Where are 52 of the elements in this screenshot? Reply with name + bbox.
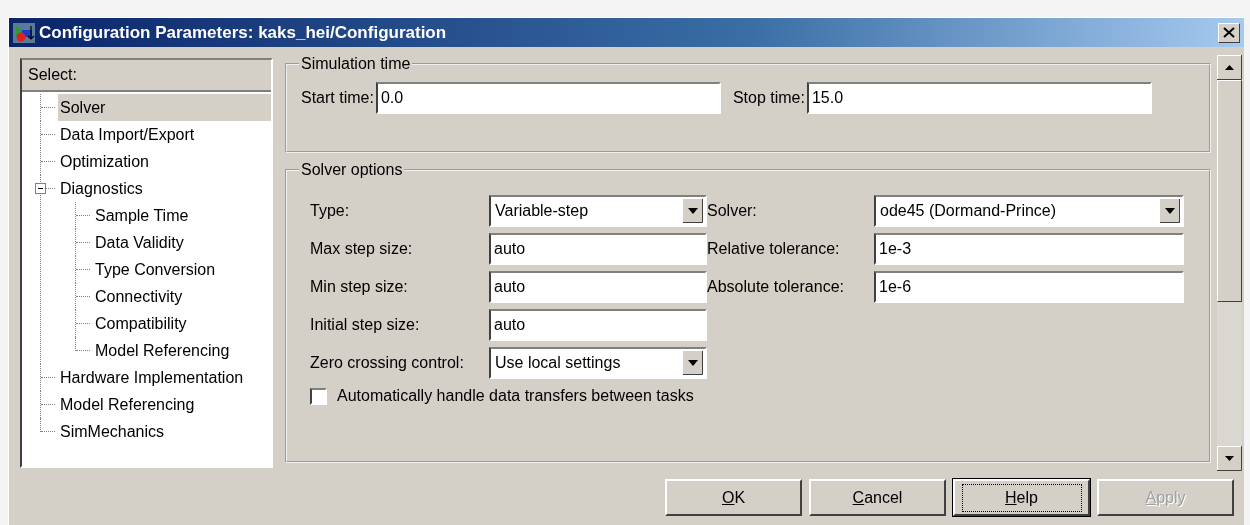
dropdown[interactable]: Variable-step — [489, 195, 707, 227]
tree-item[interactable]: SimMechanics — [58, 418, 271, 445]
checkbox-label: Automatically handle data transfers between tasks — [337, 387, 694, 405]
field-label: Min step size: — [310, 278, 409, 296]
field-label: Solver: — [707, 202, 758, 220]
window-title: Configuration Parameters: kaks_hei/Configuration — [39, 22, 448, 43]
dialog-button[interactable]: OK — [665, 479, 802, 516]
tree-item[interactable]: Hardware Implementation — [58, 364, 271, 391]
tree-item[interactable]: Compatibility — [93, 310, 271, 337]
input-field[interactable]: 15.0 — [806, 82, 1152, 114]
tree-item[interactable]: Type Conversion — [93, 256, 271, 283]
close-button[interactable] — [1218, 22, 1240, 43]
field-label: Initial step size: — [310, 316, 421, 334]
tree-item[interactable]: Optimization — [58, 148, 271, 175]
input-field[interactable]: 1e-3 — [874, 233, 1184, 265]
field-label: Start time: — [301, 89, 374, 107]
field-label: Stop time: — [732, 89, 805, 107]
scroll-down-icon[interactable] — [1217, 446, 1242, 471]
field-label: Absolute tolerance: — [707, 278, 845, 296]
input-field[interactable]: auto — [489, 309, 707, 341]
input-field[interactable]: 1e-6 — [874, 271, 1184, 303]
input-field[interactable]: auto — [489, 271, 707, 303]
app-icon — [13, 22, 35, 43]
tree-item[interactable]: Connectivity — [93, 283, 271, 310]
group-title: Solver options — [300, 161, 404, 179]
tree-item[interactable]: Solver — [58, 94, 271, 121]
close-icon — [1223, 27, 1235, 38]
dropdown-arrow-icon — [1160, 199, 1180, 223]
collapse-icon[interactable] — [35, 183, 46, 194]
field-label: Zero crossing control: — [310, 354, 465, 372]
dropdown[interactable]: ode45 (Dormand-Prince) — [874, 195, 1184, 227]
tree-header: Select: — [22, 60, 271, 92]
dialog-button[interactable]: Help — [953, 479, 1090, 516]
field-label: Type: — [310, 202, 351, 220]
dropdown[interactable]: Use local settings — [489, 347, 707, 379]
tree-item[interactable]: Model Referencing — [58, 391, 271, 418]
field-label: Max step size: — [310, 240, 414, 258]
dropdown-arrow-icon — [683, 199, 703, 223]
tree-item[interactable]: Data Validity — [93, 229, 271, 256]
tree-item[interactable]: Data Import/Export — [58, 121, 271, 148]
input-field[interactable]: auto — [489, 233, 707, 265]
dropdown-arrow-icon — [683, 351, 703, 375]
dialog-button[interactable]: Cancel — [809, 479, 946, 516]
checkbox[interactable] — [310, 387, 327, 405]
scroll-up-icon[interactable] — [1217, 55, 1242, 80]
tree-item[interactable]: Model Referencing — [93, 337, 271, 364]
input-field[interactable]: 0.0 — [375, 82, 721, 114]
field-label: Relative tolerance: — [707, 240, 841, 258]
tree-item[interactable]: Diagnostics — [58, 175, 271, 202]
scrollbar[interactable] — [1217, 55, 1242, 471]
tree-item[interactable]: Sample Time — [93, 202, 271, 229]
group-title: Simulation time — [300, 55, 412, 73]
